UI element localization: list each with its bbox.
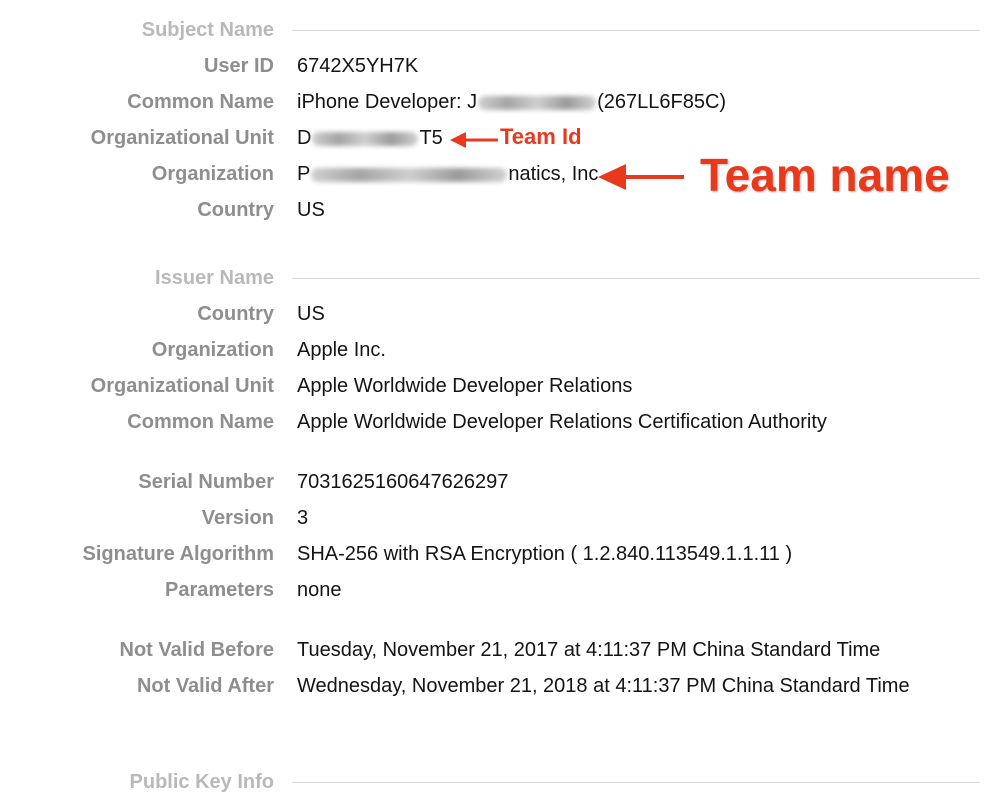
field-value-not-valid-before: Tuesday, November 21, 2017 at 4:11:37 PM… (297, 639, 881, 661)
field-value-user-id: 6742X5YH7K (297, 55, 419, 77)
field-key-issuer-organization: Organization (151, 339, 274, 361)
field-key-issuer-common-name: Common Name (127, 411, 274, 433)
organization-prefix: P (297, 163, 311, 185)
field-value-issuer-organizational-unit: Apple Worldwide Developer Relations (297, 375, 633, 397)
redacted-blur (312, 131, 419, 146)
field-value-serial-number: 7031625160647626297 (297, 471, 509, 493)
field-key-signature-algorithm: Signature Algorithm (82, 543, 274, 565)
field-key-parameters: Parameters (165, 579, 274, 601)
team-id-arrow-icon (450, 132, 498, 148)
section-divider (292, 278, 980, 279)
section-title-public-key-info: Public Key Info (129, 771, 274, 793)
field-key-organization: Organization (151, 163, 274, 185)
redacted-blur (311, 167, 508, 182)
team-name-annotation: Team name (700, 149, 950, 201)
team-name-arrow-icon (598, 164, 684, 190)
field-value-organizational-unit: D T5 (297, 126, 443, 150)
org-unit-prefix: D (297, 127, 312, 149)
field-value-not-valid-after: Wednesday, November 21, 2018 at 4:11:37 … (297, 675, 910, 697)
section-divider (292, 30, 980, 31)
field-value-issuer-organization: Apple Inc. (297, 339, 386, 361)
field-key-issuer-organizational-unit: Organizational Unit (90, 375, 274, 397)
field-key-version: Version (201, 507, 274, 529)
section-title-subject-name: Subject Name (141, 19, 274, 41)
field-value-signature-algorithm: SHA-256 with RSA Encryption ( 1.2.840.11… (297, 543, 793, 565)
redacted-blur (478, 95, 597, 110)
field-value-country: US (297, 199, 325, 221)
field-value-issuer-country: US (297, 303, 325, 325)
section-divider (292, 782, 980, 783)
field-value-common-name: iPhone Developer: J (267LL6F85C) (297, 90, 726, 114)
field-value-version: 3 (297, 507, 309, 529)
organization-suffix: natics, Inc (508, 163, 599, 185)
common-name-suffix: (267LL6F85C) (597, 91, 727, 113)
field-key-not-valid-after: Not Valid After (136, 675, 274, 697)
team-id-annotation: Team Id (500, 124, 582, 149)
field-value-parameters: none (297, 579, 342, 601)
field-key-user-id: User ID (203, 55, 274, 77)
field-key-organizational-unit: Organizational Unit (90, 127, 274, 149)
field-key-issuer-country: Country (197, 303, 274, 325)
field-value-organization: Pnatics, Inc (297, 162, 598, 186)
org-unit-suffix: T5 (419, 127, 443, 149)
field-key-country: Country (197, 199, 274, 221)
field-value-issuer-common-name: Apple Worldwide Developer Relations Cert… (297, 411, 827, 433)
field-key-serial-number: Serial Number (138, 471, 274, 493)
common-name-prefix: iPhone Developer: J (297, 91, 478, 113)
field-key-common-name: Common Name (127, 91, 274, 113)
field-key-not-valid-before: Not Valid Before (119, 639, 274, 661)
section-title-issuer-name: Issuer Name (155, 267, 274, 289)
